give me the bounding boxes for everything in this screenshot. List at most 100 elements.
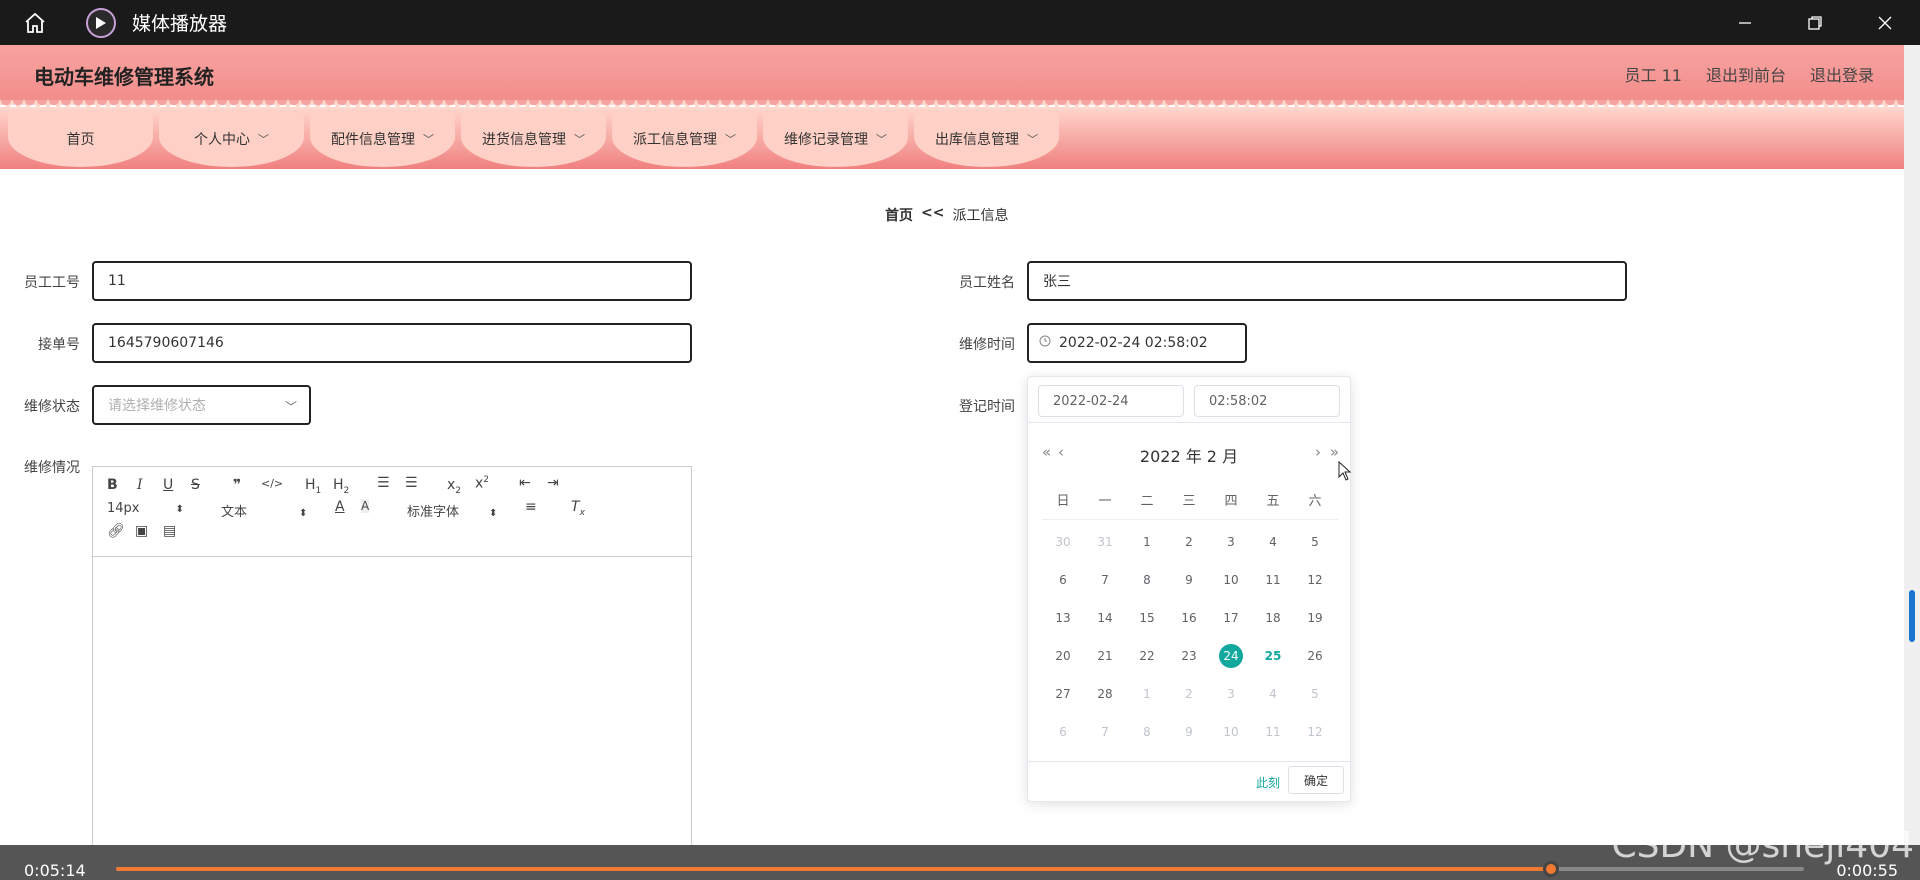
calendar-day[interactable]: 6 [1042,725,1084,739]
calendar-day[interactable]: 18 [1252,611,1294,625]
font-size-select[interactable]: 14px ⬍ [107,501,184,516]
calendar-day[interactable]: 10 [1210,725,1252,739]
video-icon[interactable]: ▤ [163,523,176,539]
page-scrollbar[interactable] [1904,45,1920,845]
font-color-icon[interactable]: A [335,499,345,515]
bullet-list-icon[interactable]: ☰ [405,475,418,491]
calendar-day[interactable]: 2 [1168,687,1210,701]
calendar-day[interactable]: 7 [1084,573,1126,587]
align-icon[interactable]: ≡ [525,499,537,515]
nav-item-home[interactable]: 首页 [8,111,153,167]
calendar-day[interactable]: 2 [1168,535,1210,549]
next-month-icon[interactable]: › [1315,443,1321,461]
calendar-day-today[interactable]: 25 [1252,649,1294,663]
nav-item-dispatch[interactable]: 派工信息管理 ﹀ [612,111,757,167]
outdent-icon[interactable]: ⇤ [519,475,531,491]
close-button[interactable] [1850,0,1920,45]
nav-item-parts[interactable]: 配件信息管理 ﹀ [310,111,455,167]
seek-bar[interactable] [116,861,1804,877]
logout-link[interactable]: 退出登录 [1810,62,1874,86]
breadcrumb-home[interactable]: 首页 [885,205,913,225]
calendar-day[interactable]: 8 [1126,725,1168,739]
calendar-day[interactable]: 9 [1168,725,1210,739]
seek-handle[interactable] [1542,861,1559,877]
picker-time-input[interactable]: 02:58:02 [1194,385,1340,417]
link-icon[interactable]: 🔗︎ [107,523,125,539]
calendar-week-row: 20 21 22 23 24 25 26 [1042,637,1338,675]
calendar-day[interactable]: 14 [1084,611,1126,625]
bold-icon[interactable]: B [107,477,118,493]
calendar-day[interactable]: 31 [1084,535,1126,549]
rich-text-editor[interactable]: B I U S ❞ </> H1 H2 ☰ ☰ x2 x2 ⇤ ⇥ 14px ⬍ … [92,466,692,880]
calendar-day[interactable]: 3 [1210,687,1252,701]
calendar-day[interactable]: 21 [1084,649,1126,663]
calendar-day[interactable]: 8 [1126,573,1168,587]
calendar-day[interactable]: 3 [1210,535,1252,549]
italic-icon[interactable]: I [137,477,143,493]
calendar-day[interactable]: 19 [1294,611,1336,625]
calendar-day[interactable]: 4 [1252,687,1294,701]
calendar-day[interactable]: 28 [1084,687,1126,701]
calendar-day[interactable]: 5 [1294,535,1336,549]
calendar-day[interactable]: 7 [1084,725,1126,739]
calendar-day[interactable]: 10 [1210,573,1252,587]
nav-item-outbound[interactable]: 出库信息管理 ﹀ [914,111,1059,167]
scrollbar-thumb[interactable] [1909,590,1915,642]
chevron-down-icon: ﹀ [423,133,434,146]
calendar-day[interactable]: 5 [1294,687,1336,701]
calendar-day[interactable]: 15 [1126,611,1168,625]
repair-time-label: 维修时间 [959,337,1015,353]
calendar-day[interactable]: 12 [1294,725,1336,739]
background-color-icon[interactable]: A [361,499,370,513]
nav-item-personal-center[interactable]: 个人中心 ﹀ [159,111,304,167]
text-type-select[interactable]: 文本 ⬍ [221,501,307,520]
calendar-day[interactable]: 16 [1168,611,1210,625]
indent-icon[interactable]: ⇥ [547,475,559,491]
employee-no-field[interactable]: 11 [92,261,692,301]
repair-time-field[interactable]: 2022-02-24 02:58:02 [1027,323,1247,363]
calendar-day[interactable]: 22 [1126,649,1168,663]
underline-icon[interactable]: U [163,477,173,493]
calendar-day[interactable]: 20 [1042,649,1084,663]
calendar-day[interactable]: 11 [1252,725,1294,739]
picker-date-input[interactable]: 2022-02-24 [1038,385,1184,417]
font-family-select[interactable]: 标准字体 ⬍ [407,501,497,520]
chevron-down-icon: ﹀ [258,133,269,146]
ordered-list-icon[interactable]: ☰ [377,475,390,491]
calendar-day[interactable]: 1 [1126,687,1168,701]
nav-item-repair-records[interactable]: 维修记录管理 ﹀ [763,111,908,167]
calendar-day[interactable]: 4 [1252,535,1294,549]
image-icon[interactable]: ▣ [135,523,148,539]
code-block-icon[interactable]: </> [261,477,283,490]
strikethrough-icon[interactable]: S [191,477,200,493]
calendar-day[interactable]: 11 [1252,573,1294,587]
confirm-button[interactable]: 确定 [1288,766,1344,794]
heading-2-icon[interactable]: H2 [333,477,349,496]
calendar-day[interactable]: 6 [1042,573,1084,587]
calendar-day[interactable]: 27 [1042,687,1084,701]
superscript-icon[interactable]: x2 [475,475,489,492]
calendar-day[interactable]: 12 [1294,573,1336,587]
repair-status-select[interactable]: 请选择维修状态 ﹀ [92,385,311,425]
minimize-button[interactable] [1710,0,1780,45]
calendar-day[interactable]: 30 [1042,535,1084,549]
next-year-icon[interactable]: » [1330,443,1339,461]
blockquote-icon[interactable]: ❞ [233,477,241,493]
calendar-day[interactable]: 9 [1168,573,1210,587]
order-no-field[interactable]: 1645790607146 [92,323,692,363]
restore-button[interactable] [1780,0,1850,45]
calendar-day[interactable]: 1 [1126,535,1168,549]
clear-format-icon[interactable]: Tx [571,499,585,518]
calendar-day[interactable]: 26 [1294,649,1336,663]
heading-1-icon[interactable]: H1 [305,477,321,496]
nav-item-purchase[interactable]: 进货信息管理 ﹀ [461,111,606,167]
employee-name-field[interactable]: 张三 [1027,261,1627,301]
calendar-day[interactable]: 17 [1210,611,1252,625]
calendar-day-selected[interactable]: 24 [1210,644,1252,668]
back-to-front-link[interactable]: 退出到前台 [1706,62,1786,86]
now-button[interactable]: 此刻 [1256,774,1280,791]
calendar-day[interactable]: 13 [1042,611,1084,625]
home-icon[interactable] [0,0,70,45]
calendar-day[interactable]: 23 [1168,649,1210,663]
subscript-icon[interactable]: x2 [447,477,461,496]
